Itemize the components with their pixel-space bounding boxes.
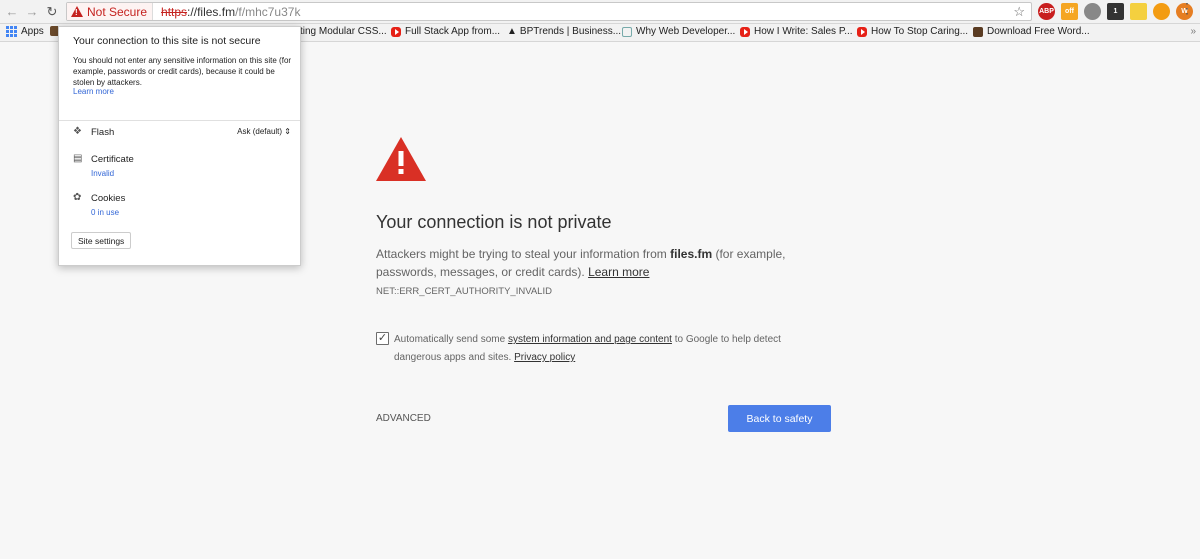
- bookmark-label: Why Web Developer...: [636, 26, 736, 37]
- back-arrow-icon[interactable]: ←: [4, 4, 20, 20]
- bookmark-label: How I Write: Sales P...: [754, 26, 853, 37]
- bookmark-label: Download Free Word...: [987, 26, 1090, 37]
- url-scheme: https: [161, 4, 188, 19]
- warning-icon: [71, 6, 83, 17]
- warning-body: Attackers might be trying to steal your …: [376, 245, 816, 281]
- cookie-icon: ✿: [73, 192, 82, 203]
- badge-extension-icon[interactable]: 1: [1107, 3, 1124, 20]
- gear-extension-icon[interactable]: [1084, 3, 1101, 20]
- flash-label: Flash: [91, 127, 115, 138]
- browser-menu-icon[interactable]: ⋮: [1180, 1, 1194, 15]
- url-text[interactable]: https://files.fm/f/mhc7u37k: [153, 5, 300, 19]
- favicon-icon: [973, 26, 983, 37]
- popup-description: You should not enter any sensitive infor…: [73, 56, 292, 87]
- site-info-popup: Your connection to this site is not secu…: [58, 26, 301, 266]
- orange-extension-icon[interactable]: [1153, 3, 1170, 20]
- reload-icon[interactable]: ↻: [44, 4, 60, 20]
- send-info-label: Automatically send some system informati…: [394, 331, 814, 367]
- bptrends-icon: ▲: [507, 26, 517, 37]
- updown-icon: ⇕: [284, 127, 291, 136]
- certificate-status-link[interactable]: Invalid: [91, 169, 134, 178]
- advanced-button[interactable]: ADVANCED: [376, 413, 431, 424]
- send-info-checkbox[interactable]: ✓: [376, 332, 389, 345]
- opt-text-part: Automatically send some: [394, 334, 508, 345]
- learn-more-link[interactable]: Learn more: [73, 87, 114, 96]
- certificate-label: Certificate: [91, 154, 134, 165]
- security-indicator[interactable]: Not Secure: [67, 3, 154, 20]
- bookmark-item[interactable]: Full Stack App from...: [391, 26, 500, 37]
- bookmark-apps[interactable]: Apps: [6, 26, 44, 37]
- system-info-link[interactable]: system information and page content: [508, 334, 672, 345]
- bookmarks-overflow-icon[interactable]: »: [1190, 26, 1196, 37]
- certificate-icon: ▤: [73, 153, 83, 164]
- honey-off-icon[interactable]: off: [1061, 3, 1078, 20]
- site-settings-button[interactable]: Site settings: [71, 232, 132, 249]
- security-label: Not Secure: [87, 4, 148, 19]
- bookmark-star-icon[interactable]: ☆: [1013, 4, 1025, 20]
- favicon-icon: [622, 26, 632, 37]
- forward-arrow-icon[interactable]: →: [24, 4, 40, 20]
- bookmark-item[interactable]: Download Free Word...: [973, 26, 1090, 37]
- divider: [59, 120, 300, 121]
- bookmark-label: Full Stack App from...: [405, 26, 501, 37]
- cookies-label: Cookies: [91, 193, 126, 204]
- bookmark-label: ting Modular CSS...: [300, 26, 387, 37]
- flash-select[interactable]: Ask (default) ⇕: [237, 127, 291, 136]
- certificate-row: ▤ Certificate Invalid: [73, 153, 291, 179]
- bookmark-item[interactable]: How I Write: Sales P...: [740, 26, 853, 37]
- cookies-row: ✿ Cookies 0 in use: [73, 192, 291, 218]
- address-bar[interactable]: Not Secure https://files.fm/f/mhc7u37k ☆: [66, 2, 1032, 21]
- warning-triangle-icon: [376, 137, 426, 181]
- error-code: NET::ERR_CERT_AUTHORITY_INVALID: [376, 286, 552, 297]
- page-headline: Your connection is not private: [376, 212, 612, 232]
- popup-title: Your connection to this site is not secu…: [73, 35, 261, 47]
- bookmark-item[interactable]: Why Web Developer...: [622, 26, 735, 37]
- adblock-icon[interactable]: ABP: [1038, 3, 1055, 20]
- apps-grid-icon: [6, 26, 17, 37]
- checkmark-icon: ✓: [377, 332, 388, 344]
- youtube-icon: [857, 26, 867, 37]
- bookmark-item[interactable]: How To Stop Caring...: [857, 26, 968, 37]
- learn-more-inline-link[interactable]: Learn more: [588, 265, 649, 279]
- cookies-status-link[interactable]: 0 in use: [91, 208, 125, 217]
- body-text-part: Attackers might be trying to steal your …: [376, 247, 671, 261]
- url-path: /f/mhc7u37k: [235, 4, 301, 19]
- url-separator: ://: [187, 4, 198, 19]
- bookmark-item[interactable]: ting Modular CSS...: [300, 26, 387, 37]
- privacy-policy-link[interactable]: Privacy policy: [514, 352, 575, 363]
- flash-value: Ask (default): [237, 127, 283, 136]
- puzzle-icon: ❖: [73, 126, 82, 137]
- youtube-icon: [740, 26, 750, 37]
- yellow-extension-icon[interactable]: [1130, 3, 1147, 20]
- extension-icons: ABP off 1 W: [1038, 3, 1193, 20]
- body-host: files.fm: [670, 247, 713, 261]
- flash-permission: ❖ Flash Ask (default) ⇕: [73, 126, 291, 139]
- browser-toolbar: ← → ↻ Not Secure https://files.fm/f/mhc7…: [0, 0, 1200, 24]
- bookmark-label: Apps: [21, 26, 44, 37]
- bookmark-item[interactable]: ▲ BPTrends | Business...: [507, 26, 621, 37]
- back-to-safety-button[interactable]: Back to safety: [728, 405, 831, 432]
- youtube-icon: [391, 26, 401, 37]
- url-host: files.fm: [197, 4, 236, 19]
- bookmark-label: BPTrends | Business...: [519, 26, 622, 37]
- bookmark-label: How To Stop Caring...: [871, 26, 969, 37]
